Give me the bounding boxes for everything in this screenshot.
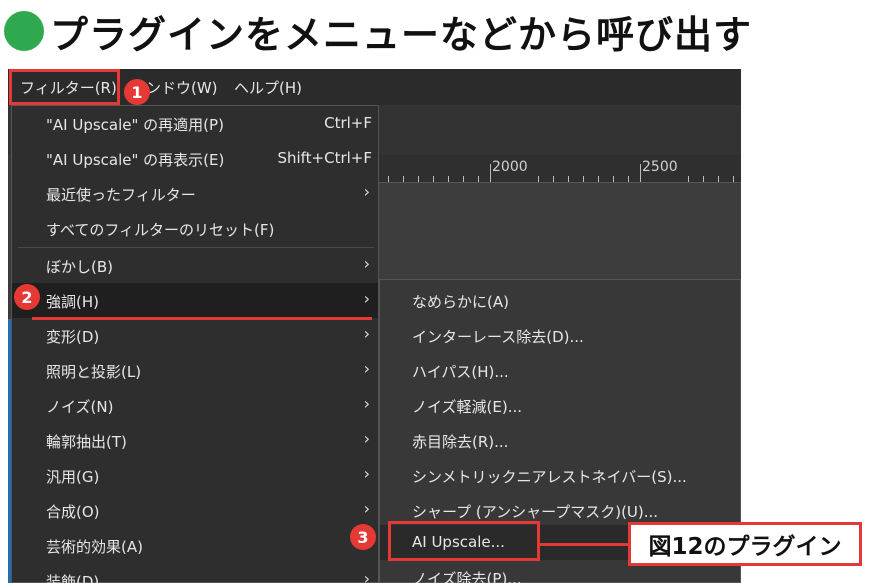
step-badge-2: 2 <box>14 284 40 310</box>
submenu-item-label: シンメトリックニアレストネイバー(S)... <box>412 468 687 486</box>
ruler-tick <box>448 176 449 182</box>
ruler-tick <box>703 176 704 182</box>
menu-item-distorts[interactable]: 変形(D) › <box>12 318 378 353</box>
menu-item-label: ぼかし(B) <box>46 258 113 276</box>
menu-item-combine[interactable]: 合成(O) › <box>12 493 378 528</box>
submenu-item-label: ノイズ軽減(E)... <box>412 398 523 416</box>
ruler-tick <box>538 176 539 182</box>
menu-item-label: 変形(D) <box>46 328 100 346</box>
ruler-tick <box>733 176 734 182</box>
filter-menu: "AI Upscale" の再適用(P) Ctrl+F "AI Upscale"… <box>11 105 379 583</box>
menu-item-label: すべてのフィルターのリセット(F) <box>46 221 275 239</box>
chevron-right-icon: › <box>363 569 370 583</box>
submenu-item-deinterlace[interactable]: インターレース除去(D)... <box>380 318 740 353</box>
ruler-tick <box>568 176 569 182</box>
step-badge-1: 1 <box>124 79 150 105</box>
ruler-tick <box>418 176 419 182</box>
enhance-underline <box>32 317 372 320</box>
menu-item-label: 合成(O) <box>46 503 100 521</box>
chevron-right-icon: › <box>363 499 370 518</box>
menu-item-label: "AI Upscale" の再表示(E) <box>46 151 225 169</box>
ruler-tick <box>388 176 389 182</box>
ruler-tick <box>403 176 404 182</box>
chevron-right-icon: › <box>363 429 370 448</box>
menu-item-label: "AI Upscale" の再適用(P) <box>46 116 224 134</box>
submenu-item-noise-reduction[interactable]: ノイズ軽減(E)... <box>380 388 740 423</box>
menu-item-label: 装飾(D) <box>46 573 100 583</box>
submenu-item-label: 赤目除去(R)... <box>412 433 509 451</box>
ruler-tick <box>718 176 719 182</box>
menu-item-shortcut: Ctrl+F <box>324 114 372 132</box>
chevron-right-icon: › <box>363 182 370 201</box>
menu-item-reshow[interactable]: "AI Upscale" の再表示(E) Shift+Ctrl+F <box>12 141 378 176</box>
ai-upscale-highlight-box <box>388 521 540 561</box>
menu-item-noise[interactable]: ノイズ(N) › <box>12 388 378 423</box>
chevron-right-icon: › <box>363 254 370 273</box>
submenu-item-label: シャープ (アンシャープマスク)(U)... <box>412 503 659 521</box>
menu-item-blur[interactable]: ぼかし(B) › <box>12 248 378 283</box>
ruler-tick-major <box>490 164 491 182</box>
menu-item-label: 輪郭抽出(T) <box>46 433 127 451</box>
menu-item-reset-filters[interactable]: すべてのフィルターのリセット(F) <box>12 211 378 246</box>
chevron-right-icon: › <box>363 394 370 413</box>
ruler-tick <box>613 176 614 182</box>
title-text: プラグインをメニューなどから呼び出す <box>50 12 753 57</box>
menu-item-label: 汎用(G) <box>46 468 100 486</box>
page-title: プラグインをメニューなどから呼び出す <box>4 3 752 59</box>
ruler-tick <box>628 176 629 182</box>
menu-item-edge-detect[interactable]: 輪郭抽出(T) › <box>12 423 378 458</box>
menu-item-shortcut: Shift+Ctrl+F <box>277 149 372 167</box>
chevron-right-icon: › <box>363 289 370 308</box>
submenu-item-smooth[interactable]: なめらかに(A) <box>380 283 740 318</box>
submenu-item-label: ノイズ除去(P)... <box>412 570 522 583</box>
plugin-callout: 図12のプラグイン <box>628 522 862 566</box>
ruler-tick <box>598 176 599 182</box>
chevron-right-icon: › <box>363 359 370 378</box>
green-dot-icon <box>4 11 44 51</box>
menubar: フィルター(R) ンドウ(W) ヘルプ(H) <box>8 69 741 105</box>
ruler-tick-major <box>640 164 641 182</box>
submenu-item-red-eye[interactable]: 赤目除去(R)... <box>380 423 740 458</box>
menu-item-artistic[interactable]: 芸術的効果(A) › <box>12 528 378 563</box>
submenu-item-high-pass[interactable]: ハイパス(H)... <box>380 353 740 388</box>
app-window: フィルター(R) ンドウ(W) ヘルプ(H) 2000 2500 "AI Ups <box>8 69 741 583</box>
menu-item-label: 芸術的効果(A) <box>46 538 143 556</box>
ruler-tick <box>478 176 479 182</box>
step-badge-3: 3 <box>350 524 376 550</box>
menu-item-label: 照明と投影(L) <box>46 363 142 381</box>
menu-item-decor[interactable]: 装飾(D) › <box>12 563 378 583</box>
ruler: 2000 2500 <box>378 155 741 183</box>
menu-item-label: 最近使ったフィルター <box>46 186 196 204</box>
menu-item-label: ノイズ(N) <box>46 398 114 416</box>
menu-item-enhance[interactable]: 強調(H) › <box>12 283 378 318</box>
menu-item-light-shadow[interactable]: 照明と投影(L) › <box>12 353 378 388</box>
menu-item-generic[interactable]: 汎用(G) › <box>12 458 378 493</box>
submenu-item-label: インターレース除去(D)... <box>412 328 584 346</box>
chevron-right-icon: › <box>363 464 370 483</box>
ruler-tick <box>463 176 464 182</box>
menu-item-recent-filters[interactable]: 最近使ったフィルター › <box>12 176 378 211</box>
menu-help[interactable]: ヘルプ(H) <box>234 77 302 98</box>
chevron-right-icon: › <box>363 324 370 343</box>
callout-connector <box>539 543 628 546</box>
ruler-tick <box>433 176 434 182</box>
menu-item-reapply[interactable]: "AI Upscale" の再適用(P) Ctrl+F <box>12 106 378 141</box>
submenu-item-label: ハイパス(H)... <box>412 363 509 381</box>
ruler-label: 2000 <box>492 159 528 175</box>
ruler-tick <box>553 176 554 182</box>
ruler-tick <box>688 176 689 182</box>
ruler-tick <box>583 176 584 182</box>
ruler-label: 2500 <box>642 159 678 175</box>
submenu-item-label: なめらかに(A) <box>412 293 509 311</box>
menu-window[interactable]: ンドウ(W) <box>146 77 218 98</box>
menu-item-label: 強調(H) <box>46 293 99 311</box>
filter-highlight-box <box>9 69 120 105</box>
submenu-item-symmetric-nn[interactable]: シンメトリックニアレストネイバー(S)... <box>380 458 740 493</box>
